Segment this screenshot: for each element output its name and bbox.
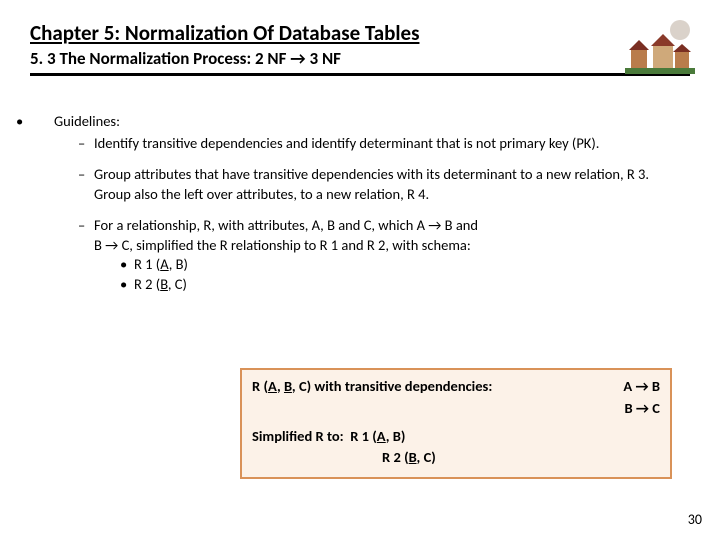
schema-r2: •R 2 (B, C) [120, 275, 690, 295]
box-s1-prefix: R 1 ( [350, 427, 377, 445]
guideline-2b-text: Group also the left over attributes, to … [94, 185, 429, 203]
r2-pk: B [160, 275, 168, 293]
box-s2-pk: B [409, 448, 417, 466]
guideline-item-2: –Group attributes that have transitive d… [78, 165, 690, 204]
box-simplified: Simplified R to: R 1 (A, B) [252, 426, 660, 448]
highlight-box: R (A, B, C) with transitive dependencies… [240, 368, 672, 479]
box-attr-b: B [284, 377, 292, 395]
slide-body: • Guidelines: –Identify transitive depen… [0, 82, 720, 295]
box-simplified-r2: R 2 (B, C) [382, 447, 660, 469]
guideline-1-text: Identify transitive dependencies and ide… [94, 134, 599, 152]
box-r-tail: , C) with transitive dependencies: [292, 377, 492, 395]
guideline-item-1: –Identify transitive dependencies and id… [78, 134, 690, 154]
guidelines-label: Guidelines: [54, 112, 120, 130]
r2-rest: , C) [168, 275, 187, 293]
guideline-3a-text: For a relationship, R, with attributes, … [94, 216, 478, 234]
dash-icon: – [78, 165, 94, 185]
r2-prefix: R 2 ( [134, 275, 160, 293]
guideline-3b-text: B → C, simplified the R relationship to … [94, 236, 471, 254]
r1-prefix: R 1 ( [134, 255, 160, 273]
slide-header: Chapter 5: Normalization Of Database Tab… [0, 0, 720, 82]
bullet-dot-icon: • [16, 112, 23, 132]
box-dep-2: B → C [252, 398, 660, 420]
dash-spacer [78, 236, 94, 256]
guideline-item-3: –For a relationship, R, with attributes,… [78, 216, 690, 294]
box-dep-1: A → B [623, 376, 660, 398]
decorative-houses-icon [625, 18, 695, 78]
schema-r1: •R 1 (A, B) [120, 255, 690, 275]
box-s2-rest: , C) [417, 448, 436, 466]
box-row-1: R (A, B, C) with transitive dependencies… [252, 376, 660, 398]
dash-icon: – [78, 216, 94, 236]
bullet-dot-icon: • [120, 255, 134, 275]
header-rule [30, 73, 690, 76]
box-s2-prefix: R 2 ( [382, 448, 409, 466]
bullet-dot-icon: • [120, 275, 134, 295]
chapter-title: Chapter 5: Normalization Of Database Tab… [30, 20, 690, 46]
box-sep: , [277, 377, 284, 395]
r1-pk: A [160, 255, 169, 273]
r1-rest: , B) [169, 255, 188, 273]
bullet-level1: • Guidelines: –Identify transitive depen… [30, 112, 690, 295]
page-number: 30 [688, 511, 702, 528]
box-relation-r: R (A, B, C) with transitive dependencies… [252, 376, 492, 398]
box-attr-a: A [268, 377, 277, 395]
box-r-prefix: R ( [252, 377, 268, 395]
dash-spacer [78, 185, 94, 205]
box-simp-label: Simplified R to: [252, 427, 344, 445]
box-s1-rest: , B) [386, 427, 406, 445]
box-s1-pk: A [377, 427, 386, 445]
section-subtitle: 5. 3 The Normalization Process: 2 NF → 3… [30, 48, 690, 69]
dash-icon: – [78, 134, 94, 154]
guideline-2a-text: Group attributes that have transitive de… [94, 165, 649, 183]
